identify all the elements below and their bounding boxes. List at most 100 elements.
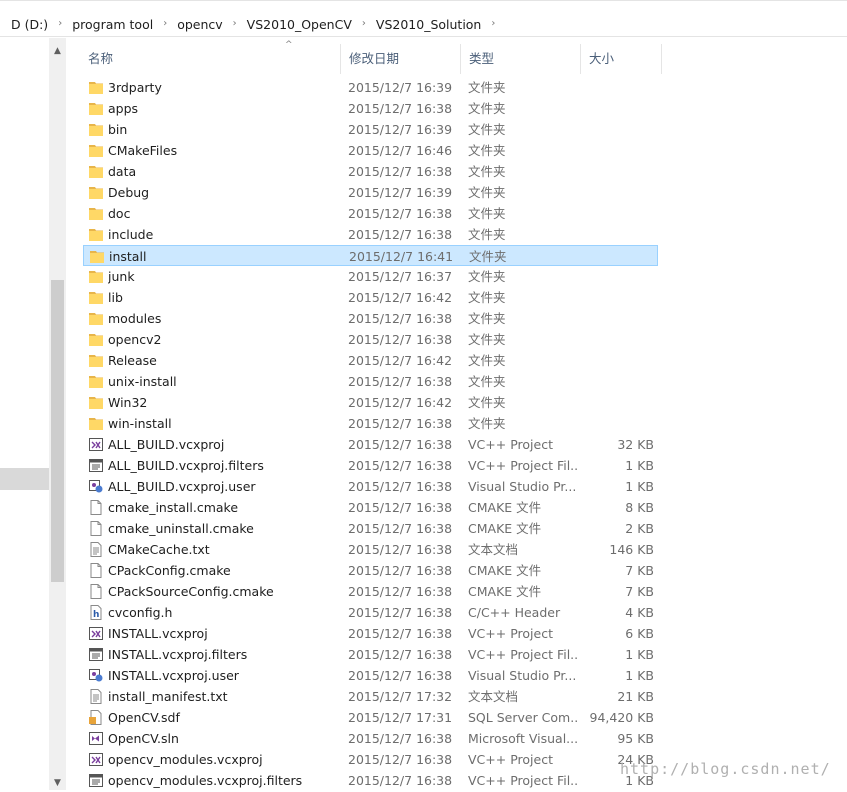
breadcrumb[interactable]: D (D:) › program tool › opencv › VS2010_OpenCV… <box>0 0 847 37</box>
folder-row[interactable]: data 2015/12/7 16:38 文件夹 <box>83 161 658 182</box>
vcxproj-file-icon <box>88 625 104 642</box>
file-type: 文件夹 <box>468 164 506 179</box>
breadcrumb-item[interactable]: opencv <box>175 17 224 32</box>
file-row[interactable]: cmake_uninstall.cmake 2015/12/7 16:38 CMAK… <box>83 518 658 539</box>
folder-icon <box>88 415 104 432</box>
folder-row[interactable]: apps 2015/12/7 16:38 文件夹 <box>83 98 658 119</box>
modified-date: 2015/12/7 16:38 <box>348 521 453 536</box>
modified-date: 2015/12/7 16:42 <box>348 395 453 410</box>
scroll-up-arrow-icon[interactable]: ▲ <box>49 44 66 58</box>
breadcrumb-chevron-icon[interactable]: › <box>362 18 366 29</box>
file-row[interactable]: opencv_modules.vcxproj.filters 2015/12/7 … <box>83 770 658 791</box>
file-row[interactable]: ALL_BUILD.vcxproj.user 2015/12/7 16:38 Vis… <box>83 476 658 497</box>
file-row[interactable]: INSTALL.vcxproj.user 2015/12/7 16:38 Visua… <box>83 665 658 686</box>
folder-row[interactable]: junk 2015/12/7 16:37 文件夹 <box>83 266 658 287</box>
folder-row[interactable]: Release 2015/12/7 16:42 文件夹 <box>83 350 658 371</box>
breadcrumb-chevron-icon[interactable]: › <box>163 18 167 29</box>
file-size <box>573 77 654 98</box>
file-type: Microsoft Visual... <box>468 731 578 746</box>
file-size: 2 KB <box>625 521 654 536</box>
folder-row[interactable]: CMakeFiles 2015/12/7 16:46 文件夹 <box>83 140 658 161</box>
modified-date: 2015/12/7 16:38 <box>348 164 453 179</box>
column-header-size[interactable]: 大小 <box>580 44 662 74</box>
breadcrumb-chevron-icon[interactable]: › <box>233 18 237 29</box>
file-name: CMakeFiles <box>108 143 178 158</box>
sln-file-icon <box>88 730 104 747</box>
file-name: ALL_BUILD.vcxproj <box>108 437 225 452</box>
column-header-date[interactable]: 修改日期 <box>340 44 460 74</box>
breadcrumb-item[interactable]: D (D:) <box>9 17 50 32</box>
navigation-pane-selected-item[interactable] <box>0 468 49 490</box>
column-header-type-label: 类型 <box>469 51 495 66</box>
column-header-type[interactable]: 类型 <box>460 44 580 74</box>
file-row[interactable]: CPackSourceConfig.cmake 2015/12/7 16:38 CM… <box>83 581 658 602</box>
file-row[interactable]: cmake_install.cmake 2015/12/7 16:38 CMAKE … <box>83 497 658 518</box>
folder-icon <box>88 184 104 201</box>
filters-file-icon <box>88 457 104 474</box>
file-size <box>573 182 654 203</box>
file-type: 文本文档 <box>468 542 519 557</box>
folder-row[interactable]: doc 2015/12/7 16:38 文件夹 <box>83 203 658 224</box>
file-type: 文件夹 <box>468 416 506 431</box>
breadcrumb-chevron-icon[interactable]: › <box>58 18 62 29</box>
file-type: VC++ Project Fil... <box>468 647 578 662</box>
folder-icon <box>88 205 104 222</box>
file-name: lib <box>108 290 123 305</box>
file-name: install <box>109 249 147 264</box>
breadcrumb-item[interactable]: VS2010_OpenCV <box>245 17 354 32</box>
folder-row[interactable]: lib 2015/12/7 16:42 文件夹 <box>83 287 658 308</box>
folder-row[interactable]: Debug 2015/12/7 16:39 文件夹 <box>83 182 658 203</box>
modified-date: 2015/12/7 16:37 <box>348 269 453 284</box>
column-header-name[interactable]: 名称 <box>80 44 342 74</box>
file-name: install_manifest.txt <box>108 689 228 704</box>
column-headers: 名称 ^ 修改日期 类型 大小 <box>80 40 670 74</box>
column-header-name-label: 名称 <box>88 51 114 66</box>
file-row[interactable]: CPackConfig.cmake 2015/12/7 16:38 CMAKE 文件… <box>83 560 658 581</box>
breadcrumb-chevron-icon[interactable]: › <box>491 18 495 29</box>
folder-row[interactable]: include 2015/12/7 16:38 文件夹 <box>83 224 658 245</box>
folder-row[interactable]: 3rdparty 2015/12/7 16:39 文件夹 <box>83 77 658 98</box>
file-row[interactable]: INSTALL.vcxproj 2015/12/7 16:38 VC++ Proje… <box>83 623 658 644</box>
folder-row[interactable]: win-install 2015/12/7 16:38 文件夹 <box>83 413 658 434</box>
file-row[interactable]: CMakeCache.txt 2015/12/7 16:38 文本文档 146 KB <box>83 539 658 560</box>
file-row[interactable]: OpenCV.sdf 2015/12/7 17:31 SQL Server Com.… <box>83 707 658 728</box>
file-type: 文件夹 <box>468 332 506 347</box>
file-type: VC++ Project <box>468 626 553 641</box>
folder-row[interactable]: unix-install 2015/12/7 16:38 文件夹 <box>83 371 658 392</box>
file-type: SQL Server Com... <box>468 710 578 725</box>
scrollbar-thumb[interactable] <box>51 280 64 582</box>
header-file-icon: h <box>88 604 104 621</box>
file-type: 文件夹 <box>468 227 506 242</box>
file-row[interactable]: ALL_BUILD.vcxproj.filters 2015/12/7 16:38… <box>83 455 658 476</box>
file-row[interactable]: INSTALL.vcxproj.filters 2015/12/7 16:38 VC… <box>83 644 658 665</box>
file-row[interactable]: opencv_modules.vcxproj 2015/12/7 16:38 VC+… <box>83 749 658 770</box>
folder-row[interactable]: install 2015/12/7 16:41 文件夹 <box>83 245 658 266</box>
scroll-down-arrow-icon[interactable]: ▼ <box>49 776 66 790</box>
folder-row[interactable]: Win32 2015/12/7 16:42 文件夹 <box>83 392 658 413</box>
modified-date: 2015/12/7 16:38 <box>348 332 453 347</box>
file-type: CMAKE 文件 <box>468 584 542 599</box>
file-row[interactable]: h cvconfig.h 2015/12/7 16:38 C/C++ Header 4 … <box>83 602 658 623</box>
modified-date: 2015/12/7 16:38 <box>348 101 453 116</box>
text-file-icon <box>88 688 104 705</box>
user-file-icon <box>88 667 104 684</box>
breadcrumb-item[interactable]: program tool <box>70 17 155 32</box>
file-row[interactable]: ALL_BUILD.vcxproj 2015/12/7 16:38 VC++ Pro… <box>83 434 658 455</box>
file-type: 文件夹 <box>468 143 506 158</box>
modified-date: 2015/12/7 17:31 <box>348 710 453 725</box>
folder-row[interactable]: bin 2015/12/7 16:39 文件夹 <box>83 119 658 140</box>
folder-row[interactable]: modules 2015/12/7 16:38 文件夹 <box>83 308 658 329</box>
file-file-icon <box>88 499 104 516</box>
file-size: 32 KB <box>617 437 654 452</box>
folder-icon <box>88 100 104 117</box>
folder-row[interactable]: opencv2 2015/12/7 16:38 文件夹 <box>83 329 658 350</box>
navigation-pane[interactable] <box>0 38 49 790</box>
file-name: opencv2 <box>108 332 162 347</box>
vertical-scrollbar[interactable]: ▲ ▼ <box>49 38 66 790</box>
modified-date: 2015/12/7 16:38 <box>348 668 453 683</box>
file-row[interactable]: OpenCV.sln 2015/12/7 16:38 Microsoft Visua… <box>83 728 658 749</box>
file-name: cmake_uninstall.cmake <box>108 521 254 536</box>
file-row[interactable]: install_manifest.txt 2015/12/7 17:32 文本文档 2… <box>83 686 658 707</box>
breadcrumb-item[interactable]: VS2010_Solution <box>374 17 483 32</box>
modified-date: 2015/12/7 16:38 <box>348 563 453 578</box>
